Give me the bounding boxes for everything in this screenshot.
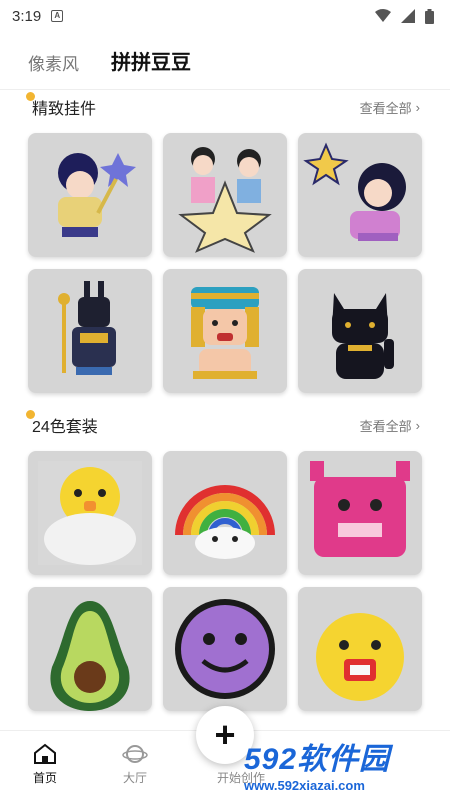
pattern-card-girl-star[interactable] bbox=[298, 133, 422, 257]
see-all-link[interactable]: 查看全部 › bbox=[360, 98, 420, 117]
pixel-art-girl-star bbox=[303, 142, 406, 241]
pixel-art-girl-wand bbox=[58, 153, 136, 237]
pixel-art-black-cat bbox=[332, 293, 394, 379]
pattern-card-girl-wand[interactable] bbox=[28, 133, 152, 257]
pattern-card-rainbow-cloud[interactable] bbox=[163, 451, 287, 575]
signal-icon bbox=[401, 9, 415, 23]
status-bar: 3:19 A bbox=[0, 0, 450, 32]
section-title-text: 24色套装 bbox=[32, 419, 98, 436]
home-icon bbox=[34, 743, 56, 764]
pattern-card-black-cat[interactable] bbox=[298, 269, 422, 393]
title-dot-icon bbox=[26, 410, 35, 419]
watermark: 592软件园 www.592xiazai.com bbox=[244, 734, 444, 793]
section-title-text: 精致挂件 bbox=[32, 101, 97, 118]
pixel-art-anubis bbox=[58, 281, 116, 375]
pattern-card-chick-egg[interactable] bbox=[28, 451, 152, 575]
pattern-card-avocado[interactable] bbox=[28, 587, 152, 711]
nav-hall[interactable]: 大厅 bbox=[90, 731, 180, 800]
section-header-pendants: 精致挂件 查看全部 › bbox=[0, 91, 450, 127]
section-header-24-color-set: 24色套装 查看全部 › bbox=[0, 405, 450, 445]
pixel-art-yellow-bird bbox=[316, 613, 404, 701]
pattern-card-pink-monster[interactable] bbox=[298, 451, 422, 575]
nav-home[interactable]: 首页 bbox=[0, 731, 90, 800]
chevron-right-icon: › bbox=[415, 99, 420, 115]
pixel-art-pharaoh bbox=[191, 287, 259, 379]
pixel-art-pink-monster bbox=[310, 461, 410, 557]
status-right bbox=[375, 8, 434, 24]
plus-icon: + bbox=[214, 714, 236, 755]
pixel-art-rainbow-cloud bbox=[175, 485, 275, 559]
pattern-card-anubis[interactable] bbox=[28, 269, 152, 393]
chevron-right-icon: › bbox=[415, 417, 420, 433]
pattern-card-purple-face[interactable] bbox=[163, 587, 287, 711]
color-set-grid bbox=[0, 445, 450, 711]
status-time: 3:19 bbox=[12, 7, 42, 25]
title-dot-icon bbox=[26, 92, 35, 101]
nav-home-label: 首页 bbox=[32, 771, 57, 785]
watermark-url: www.592xiazai.com bbox=[244, 778, 365, 793]
pattern-card-pharaoh[interactable] bbox=[163, 269, 287, 393]
pixel-art-two-kids-star bbox=[178, 147, 272, 253]
battery-icon bbox=[425, 8, 434, 24]
main-content[interactable]: 精致挂件 查看全部 › 24色套装 查看全部 › bbox=[0, 91, 450, 731]
pixel-art-purple-face bbox=[175, 599, 275, 699]
pattern-card-yellow-bird[interactable] bbox=[298, 587, 422, 711]
tab-pixel-style[interactable]: 像素风 bbox=[28, 50, 79, 75]
see-all-label: 查看全部 bbox=[359, 418, 412, 434]
tab-pinpin-doudou-label: 拼拼豆豆 bbox=[111, 52, 191, 74]
see-all-link[interactable]: 查看全部 › bbox=[360, 416, 420, 435]
wifi-icon bbox=[375, 9, 391, 22]
see-all-label: 查看全部 bbox=[359, 100, 412, 116]
tab-pinpin-doudou[interactable]: 拼拼豆豆 bbox=[111, 46, 191, 77]
section-title: 24色套装 bbox=[26, 410, 98, 437]
planet-icon bbox=[122, 745, 148, 763]
pendant-grid bbox=[0, 127, 450, 393]
notification-app-icon: A bbox=[51, 10, 64, 22]
watermark-brand: 592软件园 bbox=[244, 743, 391, 776]
section-title: 精致挂件 bbox=[26, 92, 97, 119]
top-tabs: 像素风 拼拼豆豆 bbox=[0, 32, 450, 90]
status-left: 3:19 A bbox=[12, 7, 64, 25]
nav-hall-label: 大厅 bbox=[122, 771, 147, 785]
pixel-art-chick-egg bbox=[38, 461, 142, 565]
pattern-card-two-kids-star[interactable] bbox=[163, 133, 287, 257]
pixel-art-avocado bbox=[50, 601, 130, 711]
